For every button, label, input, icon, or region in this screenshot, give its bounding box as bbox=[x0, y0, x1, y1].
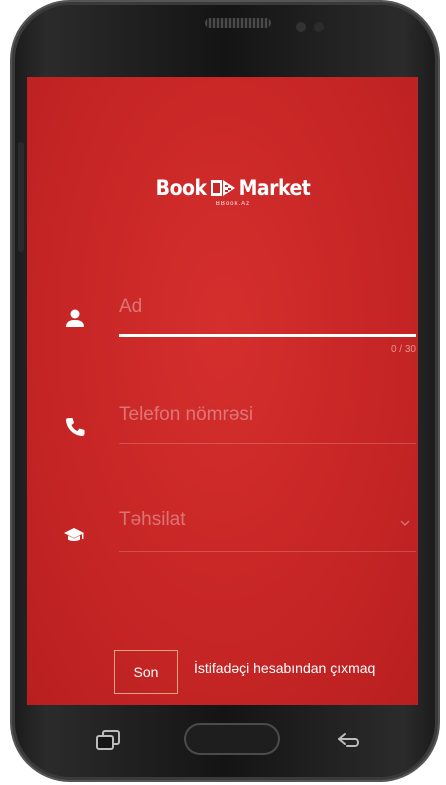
proximity-sensor bbox=[314, 22, 324, 32]
home-button[interactable] bbox=[184, 723, 280, 755]
education-select-underline bbox=[119, 551, 416, 552]
earpiece-speaker bbox=[205, 18, 271, 28]
name-input-underline bbox=[119, 334, 416, 337]
logo-text-market: Market bbox=[238, 176, 311, 200]
side-volume-button bbox=[18, 142, 24, 252]
back-arrow-icon[interactable] bbox=[335, 730, 363, 750]
phone-input-underline bbox=[119, 443, 416, 444]
education-select-value: Təhsilat bbox=[119, 509, 186, 530]
name-input[interactable] bbox=[119, 289, 415, 325]
graduation-cap-icon bbox=[64, 528, 84, 541]
light-sensor bbox=[409, 32, 417, 40]
logo-subtitle: BBook.Az bbox=[215, 201, 251, 207]
logout-link[interactable]: İstifadəçi hesabından çıxmaq bbox=[194, 660, 375, 676]
name-char-counter: 0 / 30 bbox=[390, 344, 416, 355]
bookmarket-logo: Book Market BBook.Az bbox=[145, 176, 321, 216]
logo-mark-icon bbox=[210, 180, 235, 196]
recent-apps-icon[interactable] bbox=[94, 729, 122, 751]
logo-text-book: Book bbox=[155, 176, 207, 200]
phone-icon bbox=[66, 418, 85, 436]
person-icon bbox=[66, 309, 84, 327]
submit-button[interactable]: Son bbox=[114, 650, 178, 694]
phone-input[interactable] bbox=[119, 397, 415, 433]
app-screen: Book Market BBook.Az 0 / 30 Təhs bbox=[27, 77, 418, 705]
front-camera bbox=[296, 22, 306, 32]
chevron-down-icon[interactable] bbox=[399, 519, 411, 527]
